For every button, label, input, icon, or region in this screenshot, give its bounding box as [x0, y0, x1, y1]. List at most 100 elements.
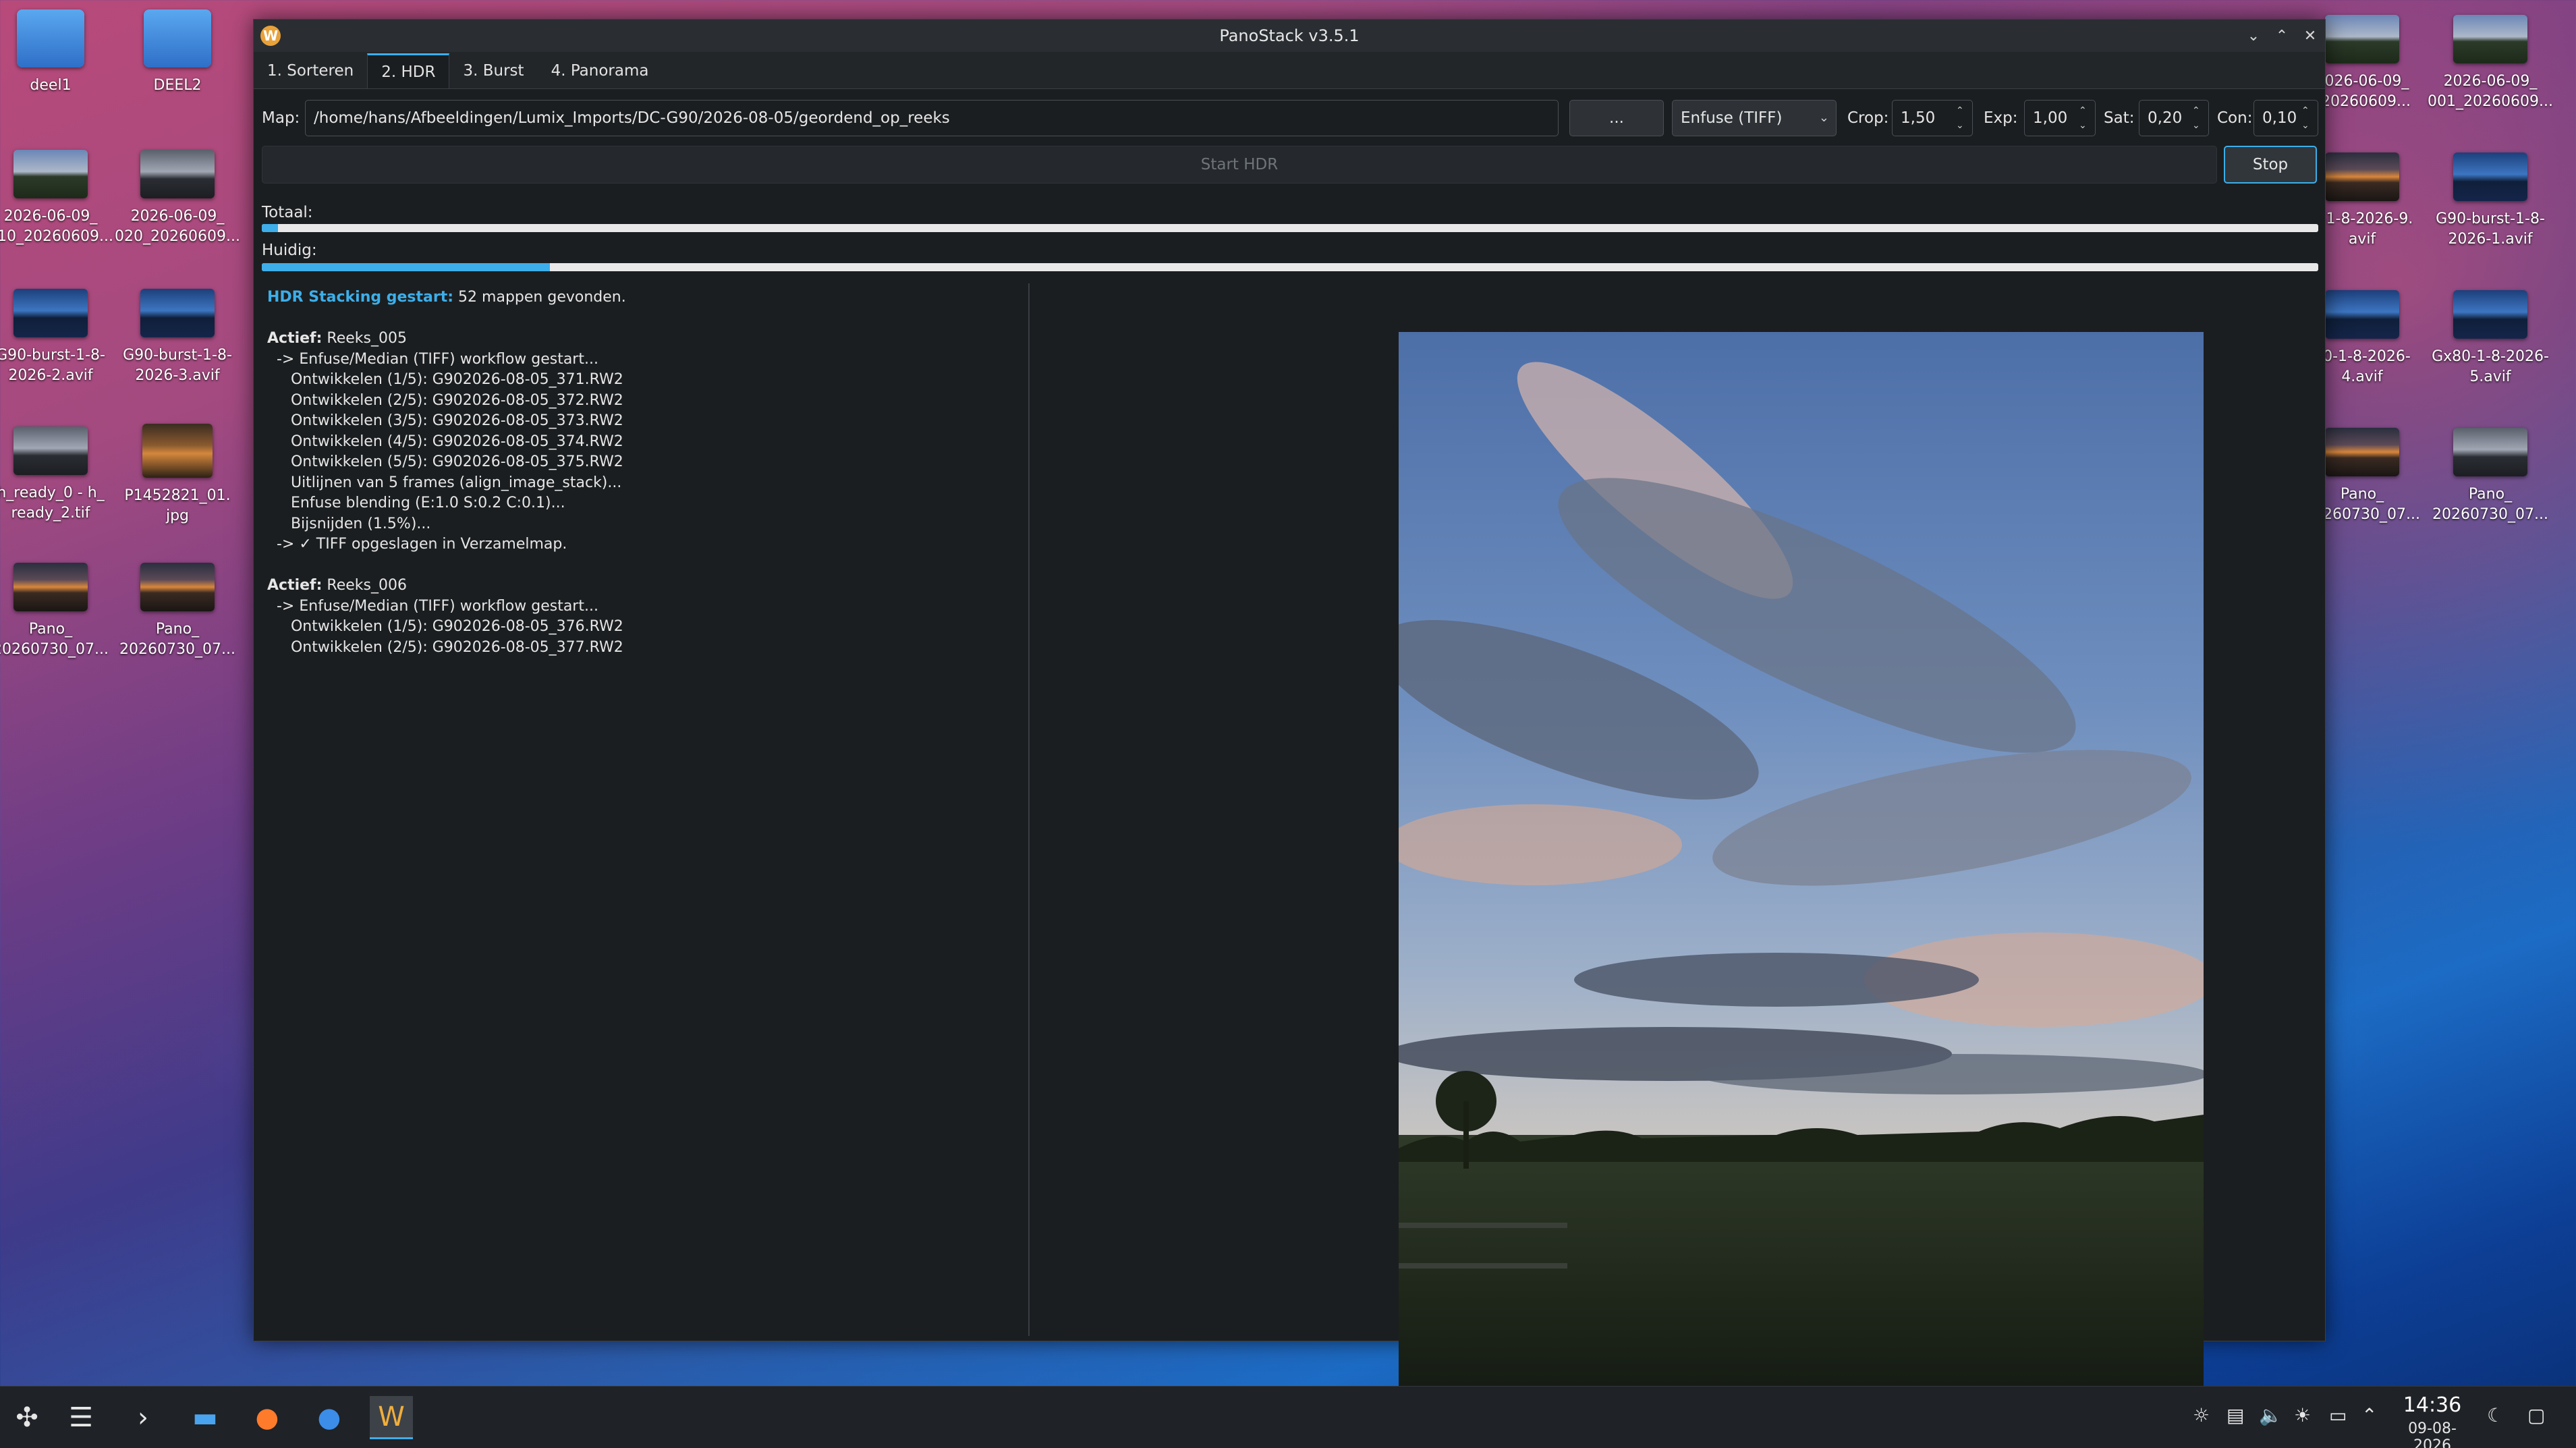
log-line: Ontwikkelen (1/5): G902026-08-05_376.RW2: [267, 618, 623, 635]
log-header-highlight: HDR Stacking gestart:: [267, 289, 454, 306]
desktop-file[interactable]: Pano_ 20260730_07...: [0, 563, 115, 660]
image-thumbnail-icon: [140, 563, 215, 611]
app-logo-icon[interactable]: W: [260, 26, 281, 46]
con-spinbox[interactable]: 0,10 ⌃ ⌄: [2253, 100, 2318, 136]
log-line: -> ✓ TIFF opgeslagen in Verzamelmap.: [267, 536, 567, 553]
network-icon[interactable]: ▭: [2329, 1404, 2347, 1426]
show-desktop-icon[interactable]: ▢: [2527, 1404, 2545, 1426]
method-select[interactable]: Enfuse (TIFF) ⌄: [1672, 100, 1837, 136]
con-value: 0,10: [2262, 109, 2297, 127]
crop-spinbox[interactable]: 1,50 ⌃ ⌄: [1892, 100, 1973, 136]
image-thumbnail-icon: [13, 150, 88, 198]
tab-sorteren[interactable]: 1. Sorteren: [254, 53, 367, 88]
desktop-file[interactable]: G90-burst-1-8- 2026-2.avif: [0, 289, 115, 386]
tab-hdr[interactable]: 2. HDR: [367, 53, 450, 88]
image-thumbnail-icon: [140, 150, 215, 198]
clock-time[interactable]: 14:36: [2402, 1393, 2463, 1417]
sat-spinbox[interactable]: 0,20 ⌃ ⌄: [2139, 100, 2209, 136]
method-select-value: Enfuse (TIFF): [1681, 109, 1783, 127]
log-line: -> Enfuse/Median (TIFF) workflow gestart…: [267, 350, 598, 368]
stop-button[interactable]: Stop: [2224, 146, 2317, 184]
log-line: Ontwikkelen (3/5): G902026-08-05_373.RW2: [267, 412, 623, 429]
notifications-icon[interactable]: ☼: [2193, 1404, 2210, 1426]
sat-value: 0,20: [2148, 109, 2183, 127]
desktop-icon-label: 2026-06-09_ _20260609...: [2314, 73, 2411, 110]
clock-date[interactable]: 09-08-2026: [2392, 1420, 2473, 1448]
file-manager-icon[interactable]: ▬: [184, 1396, 227, 1439]
desktop-icon-label: h_ready_0 - h_ ready_2.tif: [0, 484, 105, 522]
desktop-file[interactable]: Gx80-1-8-2026- 5.avif: [2426, 290, 2554, 387]
desktop-icon-label: deel1: [30, 77, 72, 94]
titlebar[interactable]: W PanoStack v3.5.1 ⌄ ⌃ ✕: [254, 20, 2325, 52]
image-thumbnail-icon: [2453, 15, 2527, 63]
desktop-file[interactable]: 2026-06-09_ 010_20260609...: [0, 150, 115, 247]
image-thumbnail-icon: [13, 289, 88, 337]
desktop-file[interactable]: P1452821_01. jpg: [113, 424, 242, 526]
log-line: Ontwikkelen (2/5): G902026-08-05_372.RW2: [267, 391, 623, 409]
log-output[interactable]: HDR Stacking gestart: 52 mappen gevonden…: [262, 283, 1030, 1336]
image-thumbnail-icon: [13, 563, 88, 611]
app-launcher-icon[interactable]: ✣: [5, 1396, 49, 1439]
minimize-icon[interactable]: ⌄: [2244, 24, 2263, 48]
image-thumbnail-icon: [2325, 15, 2399, 63]
current-progress-bar: [262, 263, 2318, 271]
desktop-icon-label: Pano_ 20260730_07...: [2432, 486, 2548, 523]
panostack-window: W PanoStack v3.5.1 ⌄ ⌃ ✕ 1. Sorteren 2. …: [253, 19, 2326, 1403]
desktop-icon-label: Pano_ 20260730_07...: [119, 621, 235, 658]
total-progress-fill: [262, 224, 279, 232]
browse-button[interactable]: ...: [1569, 100, 1664, 136]
desktop-icon-label: 2026-06-09_ 001_20260609...: [2428, 73, 2553, 110]
night-mode-icon[interactable]: ☾: [2487, 1404, 2504, 1426]
desktop-folder-deel1[interactable]: deel1: [0, 9, 115, 96]
folder-icon: [144, 9, 211, 67]
exp-label: Exp:: [1984, 109, 2018, 127]
spin-arrows-icon[interactable]: ⌃ ⌄: [2301, 103, 2314, 133]
start-hdr-button[interactable]: Start HDR: [262, 146, 2217, 184]
desktop-file[interactable]: h_ready_0 - h_ ready_2.tif: [0, 426, 115, 524]
image-thumbnail-icon: [2325, 152, 2399, 201]
desktop-file[interactable]: 2026-06-09_ 001_20260609...: [2426, 15, 2554, 112]
log-active-label: Actief:: [267, 330, 323, 347]
terminal-icon[interactable]: ›: [121, 1396, 165, 1439]
volume-icon[interactable]: 🔈: [2259, 1404, 2283, 1426]
sat-label: Sat:: [2104, 109, 2135, 127]
desktop-icon-label: 2026-06-09_ 010_20260609...: [0, 208, 113, 245]
log-header-text: 52 mappen gevonden.: [453, 289, 626, 306]
thunderbird-icon[interactable]: ●: [308, 1396, 351, 1439]
chevron-up-icon[interactable]: ⌃: [2361, 1404, 2377, 1426]
desktop-icon-label: 80-1-8-2026- 4.avif: [2314, 348, 2411, 385]
crop-value: 1,50: [1901, 109, 1936, 127]
spin-arrows-icon[interactable]: ⌃ ⌄: [1956, 103, 1968, 133]
spin-arrows-icon[interactable]: ⌃ ⌄: [2192, 103, 2204, 133]
close-icon[interactable]: ✕: [2301, 24, 2320, 48]
desktop-icon-label: DEEL2: [153, 77, 202, 94]
overview-icon[interactable]: ☰: [59, 1396, 103, 1439]
map-path-input[interactable]: /home/hans/Afbeeldingen/Lumix_Imports/DC…: [305, 100, 1559, 136]
clipboard-icon[interactable]: ▤: [2227, 1404, 2244, 1426]
desktop-icon-label: 0-1-8-2026-9. avif: [2311, 211, 2413, 248]
log-line: Ontwikkelen (5/5): G902026-08-05_375.RW2: [267, 453, 623, 470]
image-thumbnail-icon: [2453, 290, 2527, 339]
tab-bar: 1. Sorteren 2. HDR 3. Burst 4. Panorama: [254, 53, 662, 88]
tab-panorama[interactable]: 4. Panorama: [538, 53, 663, 88]
exp-spinbox[interactable]: 1,00 ⌃ ⌄: [2024, 100, 2096, 136]
panostack-taskbar-icon[interactable]: W: [370, 1396, 413, 1439]
hdr-panel: Map: /home/hans/Afbeeldingen/Lumix_Impor…: [254, 88, 2325, 1403]
image-thumbnail-icon: [140, 289, 215, 337]
log-line: Uitlijnen van 5 frames (align_image_stac…: [267, 474, 622, 491]
brightness-icon[interactable]: ☀: [2294, 1404, 2311, 1426]
maximize-icon[interactable]: ⌃: [2272, 24, 2291, 48]
firefox-icon[interactable]: ●: [246, 1396, 289, 1439]
desktop-icon-label: G90-burst-1-8- 2026-3.avif: [123, 347, 232, 384]
desktop-file[interactable]: Pano_ 20260730_07...: [2426, 428, 2554, 525]
spin-arrows-icon[interactable]: ⌃ ⌄: [2079, 103, 2091, 133]
chevron-down-icon: ⌄: [1818, 111, 1829, 125]
desktop-icon-label: 2026-06-09_ 020_20260609...: [115, 208, 240, 245]
tab-burst[interactable]: 3. Burst: [449, 53, 537, 88]
desktop-file[interactable]: G90-burst-1-8- 2026-1.avif: [2426, 152, 2554, 250]
log-series: Reeks_005: [322, 330, 407, 347]
desktop-folder-deel2[interactable]: DEEL2: [113, 9, 242, 96]
desktop-file[interactable]: Pano_ 20260730_07...: [113, 563, 242, 660]
desktop-file[interactable]: G90-burst-1-8- 2026-3.avif: [113, 289, 242, 386]
desktop-file[interactable]: 2026-06-09_ 020_20260609...: [113, 150, 242, 247]
